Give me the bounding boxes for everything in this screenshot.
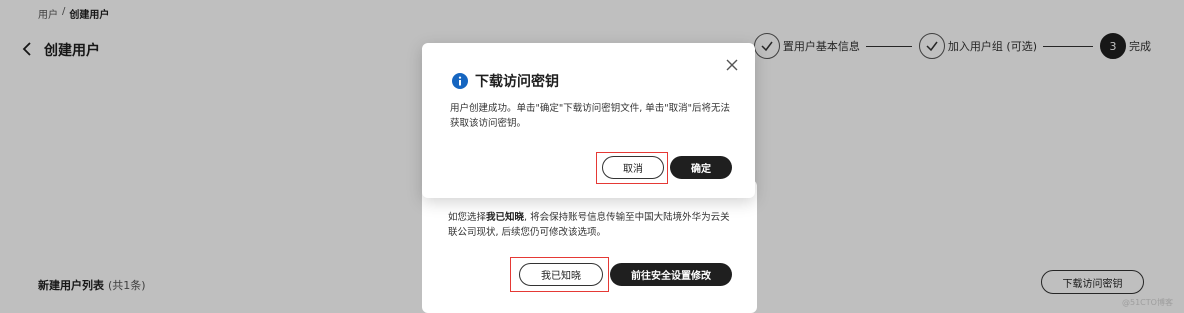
dialog-title: 下载访问密钥 — [475, 74, 559, 90]
cancel-button[interactable]: 取消 — [602, 156, 664, 179]
security-notice-bold: 我已知晓 — [486, 212, 525, 223]
watermark: @51CTO博客 — [1122, 298, 1173, 307]
dialog-body: 用户创建成功。单击"确定"下载访问密钥文件, 单击"取消"后将无法获取该访问密钥… — [450, 103, 731, 129]
info-icon — [452, 73, 468, 89]
acknowledge-button[interactable]: 我已知晓 — [519, 263, 603, 286]
security-notice-dialog: 如您选择我已知晓, 将会保持账号信息传输至中国大陆境外华为云关联公司现状, 后续… — [422, 180, 757, 313]
security-notice-prefix: 如您选择 — [448, 212, 487, 223]
confirm-button[interactable]: 确定 — [670, 156, 732, 179]
dialog-header: 下载访问密钥 — [452, 71, 559, 91]
close-icon[interactable] — [724, 57, 740, 73]
go-security-settings-button[interactable]: 前往安全设置修改 — [610, 263, 732, 286]
security-notice-text: 如您选择我已知晓, 将会保持账号信息传输至中国大陆境外华为云关联公司现状, 后续… — [448, 210, 733, 240]
download-key-dialog: 下载访问密钥 用户创建成功。单击"确定"下载访问密钥文件, 单击"取消"后将无法… — [422, 43, 755, 198]
